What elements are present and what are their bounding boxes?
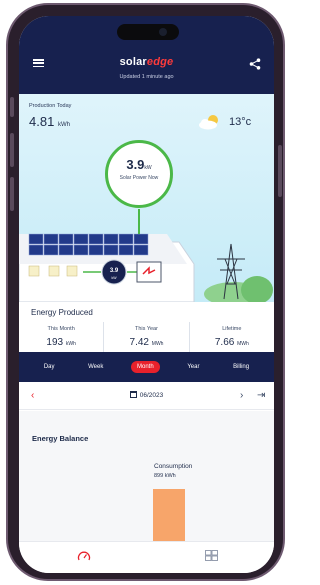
energy-col-value: 193 kWh	[19, 337, 103, 348]
production-today-value: 4.81 kWh	[29, 114, 70, 129]
date-picker[interactable]: 06/2023	[19, 391, 274, 399]
date-label: 06/2023	[139, 392, 164, 399]
temperature: 13°c	[229, 116, 252, 128]
consumption-label: Consumption	[154, 463, 193, 470]
tab-day[interactable]: Day	[38, 361, 61, 373]
energy-balance-section: Energy Balance Consumption 899 kWh	[19, 411, 274, 541]
energy-col-unit: MWh	[151, 341, 164, 347]
energy-produced-title: Energy Produced	[31, 308, 93, 317]
solar-power-now: 3.9kW Solar Power Now	[105, 140, 173, 208]
volume-down-button	[10, 177, 14, 211]
power-now-label: Solar Power Now	[119, 175, 159, 181]
camera-icon	[159, 28, 167, 36]
tab-week[interactable]: Week	[82, 361, 109, 373]
tab-year[interactable]: Year	[181, 361, 205, 373]
brand-accent: edge	[146, 56, 174, 68]
production-today-label: Production Today	[29, 103, 72, 109]
brand-text: solar	[119, 56, 147, 68]
gauge-icon[interactable]	[77, 550, 91, 562]
energy-col-number: 7.42	[129, 337, 149, 348]
solar-layout-icon[interactable]	[205, 550, 218, 561]
partly-cloudy-icon	[199, 115, 218, 130]
silent-switch	[10, 97, 14, 117]
power-button	[278, 145, 282, 197]
energy-col-header: This Month	[47, 326, 75, 332]
bottom-navigation	[19, 541, 274, 573]
app-screen: solaredge Updated 1 minute ago 3.9 kW Pr…	[19, 16, 274, 573]
consumption-bar[interactable]	[153, 489, 185, 541]
tab-month[interactable]: Month	[131, 361, 160, 373]
energy-col-number: 7.66	[214, 337, 235, 348]
consumption-value: 899 kWh	[154, 473, 176, 479]
dynamic-island	[117, 24, 179, 40]
brand-logo: solaredge	[19, 56, 274, 68]
period-tabs: Day Week Month Year Billing	[19, 352, 274, 382]
power-now-unit: kW	[144, 165, 152, 171]
production-value: 4.81	[29, 114, 55, 129]
volume-up-button	[10, 133, 14, 167]
energy-balance-title: Energy Balance	[32, 434, 89, 443]
share-icon[interactable]	[249, 58, 261, 70]
energy-col-header: This Year	[135, 326, 158, 332]
date-navigator: ‹ 06/2023 › ⇥	[19, 382, 274, 410]
inverter-value: 3.9	[110, 268, 119, 274]
energy-col-value: 7.42 MWh	[104, 337, 188, 348]
energy-col-header: Lifetime	[222, 326, 242, 332]
site-overview[interactable]: 3.9 kW Production Today 4.81 kWh 13°c 3.…	[19, 94, 274, 302]
inverter-unit: kW	[111, 276, 117, 280]
next-period-button[interactable]: ›	[240, 390, 243, 401]
energy-col-unit: kWh	[65, 341, 76, 347]
energy-col-value: 7.66 MWh	[190, 337, 274, 348]
energy-col-unit: MWh	[237, 341, 249, 347]
calendar-icon	[129, 391, 137, 398]
production-unit: kWh	[57, 122, 70, 128]
energy-col-number: 193	[46, 337, 64, 348]
power-now-number: 3.9	[126, 157, 145, 172]
updated-status: Updated 1 minute ago	[119, 74, 174, 80]
power-now-value: 3.9kW	[108, 157, 170, 172]
tab-billing[interactable]: Billing	[227, 361, 255, 373]
latest-period-button[interactable]: ⇥	[257, 390, 265, 401]
